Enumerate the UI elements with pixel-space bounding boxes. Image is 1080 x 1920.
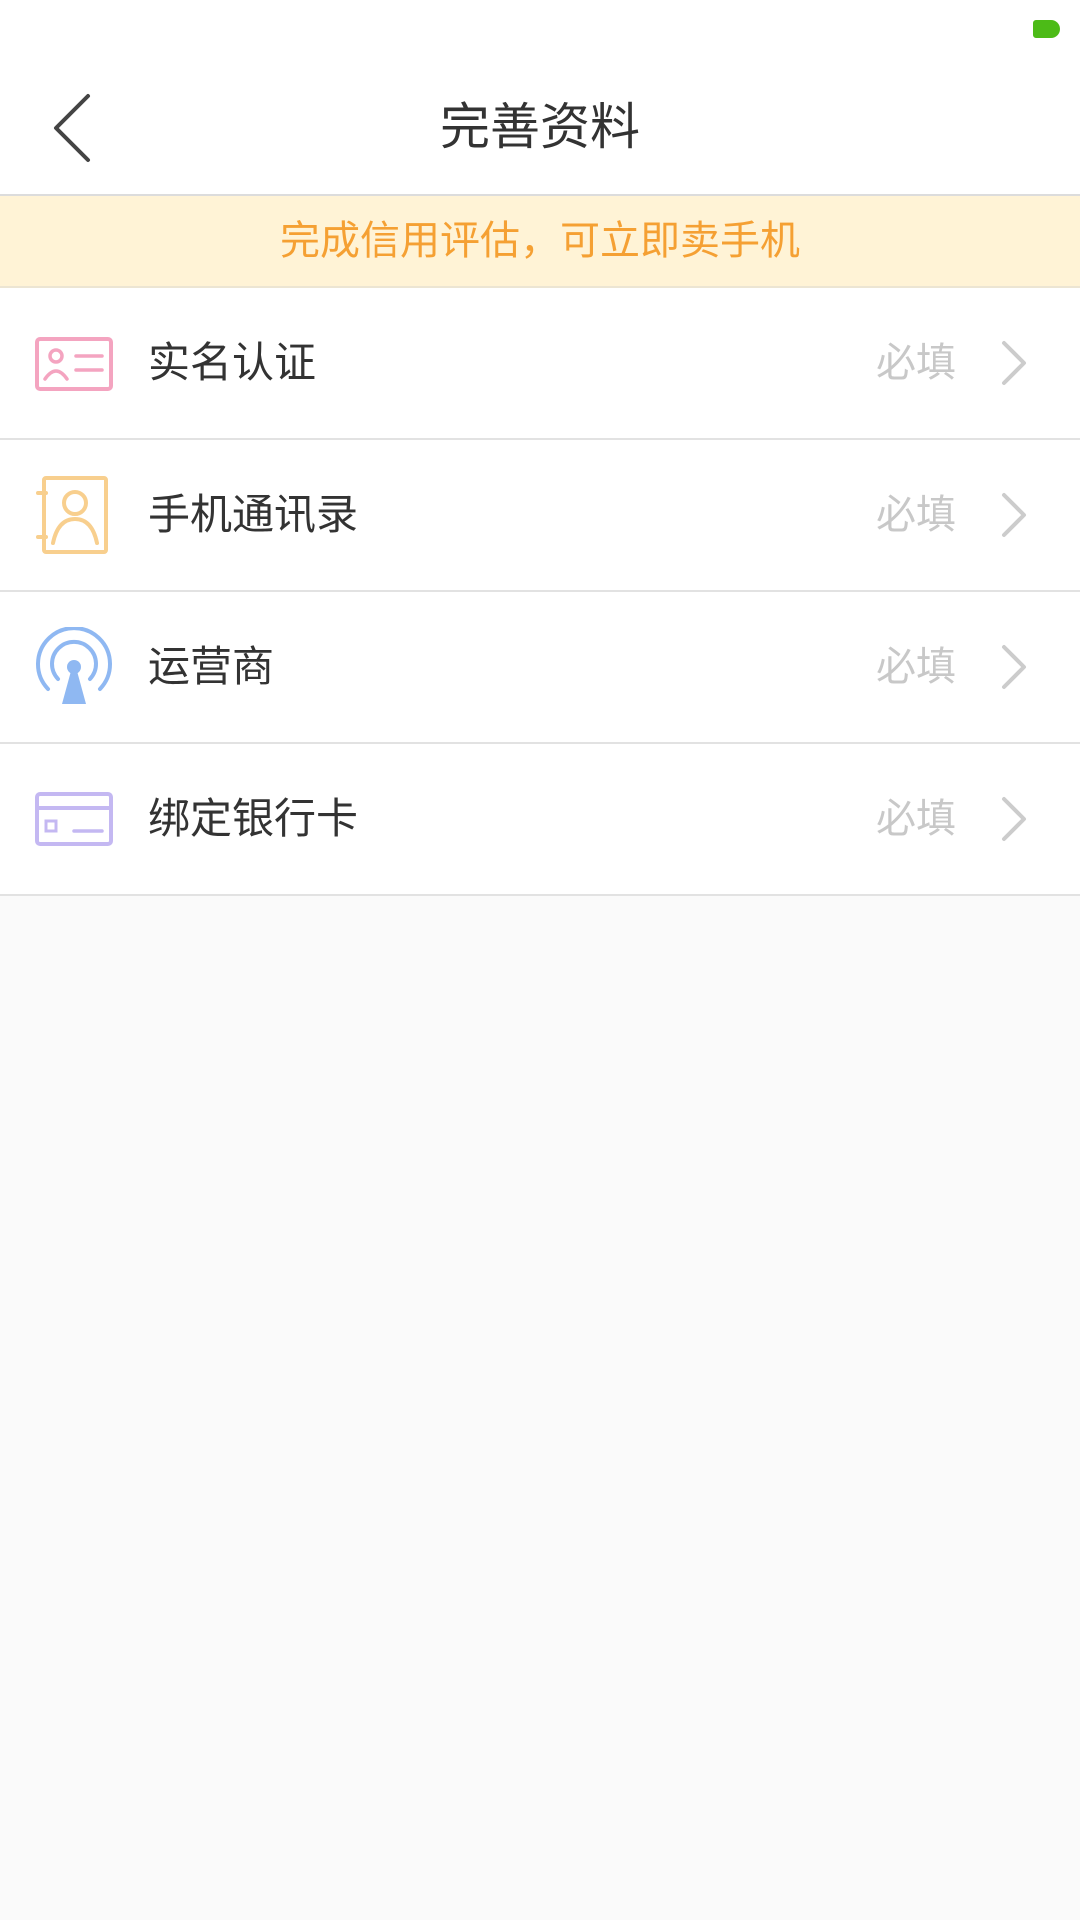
chevron-right-icon <box>1002 341 1026 385</box>
list-item-label: 实名认证 <box>148 338 317 387</box>
list-item-contacts[interactable]: 手机通讯录 必填 <box>0 440 1080 592</box>
profile-list: 实名认证 必填 手机通讯录 必填 运营商 必填 绑定银行卡 必填 <box>0 288 1080 896</box>
required-tag: 必填 <box>876 644 956 690</box>
chevron-right-icon <box>1002 493 1026 537</box>
list-item-bank-card[interactable]: 绑定银行卡 必填 <box>0 744 1080 896</box>
list-item-real-name[interactable]: 实名认证 必填 <box>0 288 1080 440</box>
id-card-icon <box>35 337 113 391</box>
credit-banner: 完成信用评估，可立即卖手机 <box>0 196 1080 288</box>
back-button[interactable] <box>40 88 110 168</box>
header: 完善资料 <box>0 60 1080 196</box>
page-title: 完善资料 <box>440 98 640 156</box>
list-item-carrier[interactable]: 运营商 必填 <box>0 592 1080 744</box>
contacts-book-icon <box>36 476 108 554</box>
signal-tower-icon <box>36 627 112 704</box>
list-item-label: 绑定银行卡 <box>148 794 359 843</box>
required-tag: 必填 <box>876 492 956 538</box>
required-tag: 必填 <box>876 340 956 386</box>
status-bar <box>0 0 1080 60</box>
chevron-right-icon <box>1002 797 1026 841</box>
back-arrow-icon <box>54 94 90 162</box>
battery-icon <box>1033 20 1060 38</box>
list-item-label: 手机通讯录 <box>148 490 359 539</box>
chevron-right-icon <box>1002 645 1026 689</box>
required-tag: 必填 <box>876 796 956 842</box>
bank-card-icon <box>35 792 113 846</box>
list-item-label: 运营商 <box>148 642 275 691</box>
